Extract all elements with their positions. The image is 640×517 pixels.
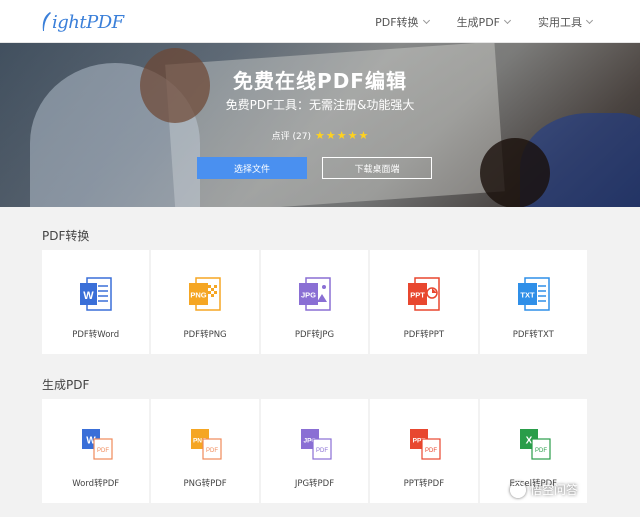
svg-text:PDF: PDF: [425, 448, 437, 454]
tool-card-label: PDF转PPT: [403, 330, 445, 340]
hero-photo-head: [480, 138, 550, 207]
watermark-text: 悟空问答: [530, 483, 579, 497]
tool-card-jpg-to-pdf[interactable]: JPG PDF JPG转PDF: [260, 399, 369, 503]
svg-text:PDF: PDF: [97, 448, 109, 454]
png-image-icon: PNG: [189, 277, 222, 311]
word-icon: W: [80, 277, 112, 311]
star-rating: ★ ★ ★ ★ ★: [315, 130, 368, 141]
txt-icon: TXT: [517, 277, 550, 311]
tool-card-label: PNG转PDF: [183, 479, 227, 489]
tool-card-pdf-to-png[interactable]: PNG PDF转PNG: [151, 250, 259, 354]
nav-label: PDF转换: [375, 15, 419, 29]
nav-tools[interactable]: 实用工具: [538, 14, 594, 30]
chevron-down-icon: [422, 16, 430, 24]
tool-card-word-to-pdf[interactable]: W PDF Word转PDF: [42, 399, 150, 503]
wukong-logo-icon: [510, 481, 526, 498]
tool-card-ppt-to-pdf[interactable]: PPT PDF PPT转PDF: [370, 399, 478, 503]
tool-card-label: PDF转PNG: [183, 330, 227, 340]
main-nav: PDF转换 生成PDF 实用工具: [375, 0, 594, 43]
hero-banner: 免费在线PDF编辑 免费PDF工具：无需注册&功能强大 点评 (27) ★ ★ …: [0, 43, 640, 207]
logo-text: ightPDF: [52, 11, 124, 33]
nav-label: 生成PDF: [456, 15, 500, 29]
star-icon: ★: [314, 129, 325, 142]
tool-card-label: PDF转JPG: [294, 330, 335, 340]
download-desktop-button[interactable]: 下载桌面端: [322, 157, 432, 179]
nav-create-pdf[interactable]: 生成PDF: [456, 14, 512, 30]
tool-card-pdf-to-ppt[interactable]: PPT PDF转PPT: [370, 250, 478, 354]
nav-pdf-convert[interactable]: PDF转换: [375, 14, 430, 30]
watermark: 悟空问答: [510, 481, 578, 498]
jpg-image-icon: JPG: [298, 277, 331, 311]
select-file-button[interactable]: 选择文件: [197, 157, 307, 179]
section-title-create-pdf: 生成PDF: [42, 378, 90, 392]
lightpdf-logo[interactable]: ightPDF: [40, 8, 124, 36]
rating-label: 点评 (27): [271, 132, 311, 142]
tool-card-pdf-to-jpg[interactable]: JPG PDF转JPG: [260, 250, 369, 354]
icon-badge: JPG: [301, 291, 316, 300]
icon-badge: W: [83, 290, 94, 302]
ppt-icon: PPT: [408, 277, 440, 311]
svg-text:PDF: PDF: [535, 448, 547, 454]
star-icon: ★: [358, 129, 369, 142]
chevron-down-icon: [585, 16, 594, 24]
chevron-down-icon: [503, 16, 512, 24]
top-header: ightPDF PDF转换 生成PDF 实用工具: [0, 0, 640, 43]
tool-grid-create-pdf: W PDF Word转PDF PNG PDF PNG转PDF JPG PDF J…: [42, 399, 587, 503]
hero-title: 免费在线PDF编辑: [233, 69, 407, 93]
icon-badge: PNG: [191, 291, 207, 300]
tool-card-label: Word转PDF: [72, 479, 120, 489]
nav-label: 实用工具: [538, 15, 582, 29]
hero-subtitle: 免费PDF工具：无需注册&功能强大: [225, 98, 415, 112]
rating: 点评 (27) ★ ★ ★ ★ ★: [0, 129, 640, 142]
tool-card-label: PPT转PDF: [403, 479, 445, 489]
png-to-pdf-icon: PNG PDF: [191, 429, 222, 460]
ppt-to-pdf-icon: PPT PDF: [410, 429, 441, 460]
icon-badge: TXT: [520, 291, 535, 300]
section-title-pdf-convert: PDF转换: [42, 229, 90, 243]
tool-card-label: PDF转Word: [72, 330, 120, 340]
tool-card-pdf-to-word[interactable]: W PDF转Word: [42, 250, 150, 354]
word-to-pdf-icon: W PDF: [82, 429, 113, 460]
star-icon: ★: [347, 129, 358, 142]
jpg-to-pdf-icon: JPG PDF: [300, 429, 332, 460]
svg-text:PDF: PDF: [206, 448, 218, 454]
feather-logo-icon: [42, 12, 51, 31]
tool-card-label: JPG转PDF: [294, 479, 335, 489]
tool-card-pdf-to-txt[interactable]: TXT PDF转TXT: [479, 250, 587, 354]
star-icon: ★: [325, 129, 336, 142]
icon-badge: PPT: [410, 291, 425, 300]
tool-grid-pdf-convert: W PDF转Word PNG PDF转PNG JPG PDF转JPG PPT P…: [42, 250, 587, 354]
svg-text:PDF: PDF: [316, 448, 328, 454]
star-icon: ★: [336, 129, 347, 142]
tool-card-label: PDF转TXT: [512, 330, 554, 340]
tool-card-png-to-pdf[interactable]: PNG PDF PNG转PDF: [151, 399, 259, 503]
excel-to-pdf-icon: X PDF: [519, 429, 551, 460]
